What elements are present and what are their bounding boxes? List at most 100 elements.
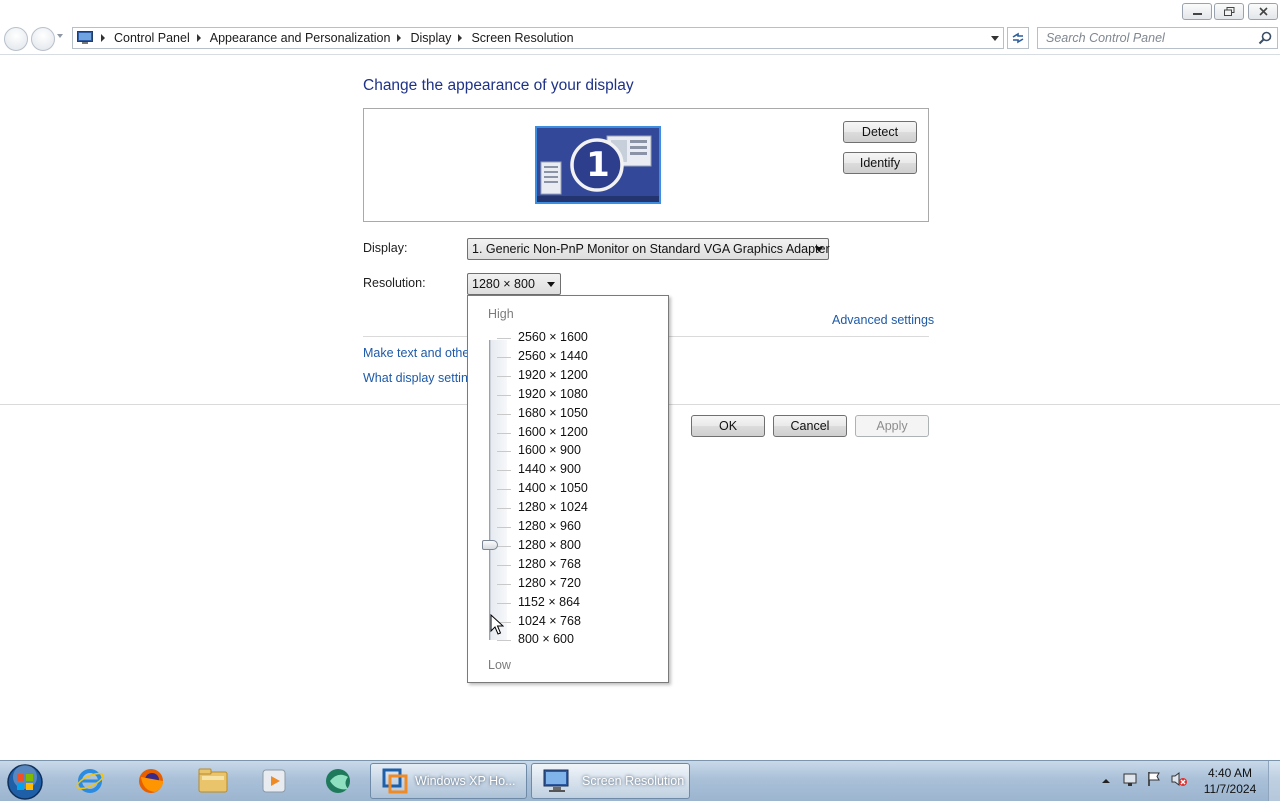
- text-size-link[interactable]: Make text and other: [363, 346, 473, 360]
- ok-button[interactable]: OK: [691, 415, 765, 437]
- display-label: Display:: [363, 241, 408, 255]
- breadcrumb-screen-resolution[interactable]: Screen Resolution: [471, 31, 573, 45]
- resolution-option[interactable]: 1400 × 1050: [518, 481, 588, 495]
- detect-button[interactable]: Detect: [843, 121, 917, 143]
- identify-button[interactable]: Identify: [843, 152, 917, 174]
- show-hidden-icons-icon[interactable]: [1101, 777, 1111, 785]
- restore-button[interactable]: [1214, 3, 1244, 20]
- apply-button[interactable]: Apply: [855, 415, 929, 437]
- refresh-icon: [1012, 32, 1024, 44]
- minimize-button[interactable]: [1182, 3, 1212, 20]
- media-player-icon[interactable]: [257, 765, 291, 797]
- slider-tick: [497, 602, 511, 604]
- breadcrumb-appearance[interactable]: Appearance and Personalization: [210, 31, 411, 45]
- show-desktop-button[interactable]: [1268, 761, 1280, 801]
- address-bar[interactable]: Control Panel Appearance and Personaliza…: [72, 27, 1004, 49]
- slider-tick: [497, 356, 511, 358]
- resolution-option[interactable]: 1280 × 720: [518, 576, 581, 590]
- slider-tick: [497, 545, 511, 547]
- slider-tick: [497, 583, 511, 585]
- breadcrumb-control-panel[interactable]: Control Panel: [114, 31, 210, 45]
- restore-icon: [1223, 7, 1234, 16]
- slider-tick: [497, 508, 511, 510]
- resolution-option[interactable]: 1680 × 1050: [518, 406, 588, 420]
- recent-pages-icon[interactable]: [57, 34, 63, 38]
- close-button[interactable]: [1248, 3, 1278, 20]
- clock-date: 11/7/2024: [1203, 782, 1257, 796]
- display-settings-help-link[interactable]: What display setting: [363, 371, 475, 385]
- slider-tick: [497, 451, 511, 453]
- slider-tick: [497, 375, 511, 377]
- task-label: Windows XP Ho...: [415, 774, 516, 788]
- slider-tick: [497, 470, 511, 472]
- resolution-option[interactable]: 2560 × 1440: [518, 349, 588, 363]
- resolution-option[interactable]: 1280 × 800: [518, 538, 581, 552]
- action-center-flag-icon[interactable]: [1146, 771, 1162, 787]
- task-label: Screen Resolution: [582, 774, 685, 788]
- advanced-settings-link[interactable]: Advanced settings: [832, 313, 934, 327]
- slider-tick: [497, 413, 511, 415]
- slider-tick: [497, 564, 511, 566]
- low-label: Low: [488, 658, 511, 672]
- navigation-bar: Control Panel Appearance and Personaliza…: [0, 22, 1280, 55]
- search-icon[interactable]: [1258, 31, 1272, 45]
- resolution-option[interactable]: 1280 × 768: [518, 557, 581, 571]
- system-clock[interactable]: 4:40 AM 11/7/2024: [1196, 765, 1264, 797]
- resolution-option[interactable]: 1024 × 768: [518, 614, 581, 628]
- slider-tick: [497, 527, 511, 528]
- resolution-option[interactable]: 1152 × 864: [518, 595, 580, 609]
- resolution-option[interactable]: 1280 × 960: [518, 519, 581, 533]
- control-panel-icon: [77, 31, 93, 44]
- resolution-option[interactable]: 1600 × 900: [518, 443, 581, 457]
- slider-tick: [497, 489, 511, 491]
- high-label: High: [488, 307, 514, 321]
- resolution-option[interactable]: 800 × 600: [518, 632, 574, 646]
- address-history-dropdown-icon[interactable]: [991, 36, 999, 41]
- close-icon: [1258, 7, 1268, 16]
- firefox-icon[interactable]: [134, 765, 168, 797]
- breadcrumb-display[interactable]: Display: [410, 31, 471, 45]
- forward-button[interactable]: [31, 27, 55, 51]
- resolution-option[interactable]: 2560 × 1600: [518, 330, 588, 344]
- slider-tick: [497, 432, 511, 434]
- resolution-option[interactable]: 1440 × 900: [518, 462, 581, 476]
- display-select[interactable]: 1. Generic Non-PnP Monitor on Standard V…: [467, 238, 830, 260]
- app-icon[interactable]: [321, 765, 355, 797]
- monitor-number: 1: [586, 145, 610, 185]
- cancel-button[interactable]: Cancel: [773, 415, 847, 437]
- slider-line: [489, 340, 490, 640]
- resolution-option[interactable]: 1920 × 1080: [518, 387, 588, 401]
- resolution-label: Resolution:: [363, 276, 426, 290]
- resolution-slider-thumb[interactable]: [482, 540, 498, 550]
- resolution-option[interactable]: 1280 × 1024: [518, 500, 588, 514]
- mouse-cursor-icon: [490, 614, 504, 635]
- back-button[interactable]: [4, 27, 28, 51]
- monitor-1-thumbnail[interactable]: 1: [535, 126, 661, 204]
- taskbar: Windows XP Ho... Screen Resolution 4:40 …: [0, 760, 1280, 801]
- file-explorer-icon[interactable]: [196, 765, 230, 797]
- refresh-button[interactable]: [1007, 27, 1029, 49]
- internet-explorer-icon[interactable]: [73, 765, 107, 797]
- monitor-arrangement-panel: 1 Detect Identify: [363, 108, 929, 222]
- slider-tick: [497, 338, 511, 339]
- resolution-select-value: 1280 × 800: [472, 277, 535, 291]
- volume-muted-icon[interactable]: [1170, 771, 1188, 787]
- virtual-machine-icon: [382, 768, 408, 794]
- display-select-value: 1. Generic Non-PnP Monitor on Standard V…: [472, 242, 830, 256]
- start-button[interactable]: [6, 763, 44, 801]
- taskbar-task-windows-xp[interactable]: Windows XP Ho...: [370, 763, 527, 799]
- resolution-option[interactable]: 1920 × 1200: [518, 368, 588, 382]
- resolution-option[interactable]: 1600 × 1200: [518, 425, 588, 439]
- clock-time: 4:40 AM: [1207, 766, 1253, 780]
- page-title: Change the appearance of your display: [363, 77, 634, 94]
- network-icon[interactable]: [1122, 771, 1138, 787]
- resolution-select[interactable]: 1280 × 800: [467, 273, 561, 295]
- window-title-bar: [0, 0, 1280, 22]
- chevron-down-icon: [547, 282, 555, 287]
- slider-tick: [497, 640, 511, 642]
- chevron-down-icon: [815, 247, 823, 252]
- search-input[interactable]: Search Control Panel: [1037, 27, 1278, 49]
- taskbar-task-screen-resolution[interactable]: Screen Resolution: [531, 763, 690, 799]
- slider-tick: [497, 394, 511, 396]
- minimize-icon: [1192, 12, 1202, 15]
